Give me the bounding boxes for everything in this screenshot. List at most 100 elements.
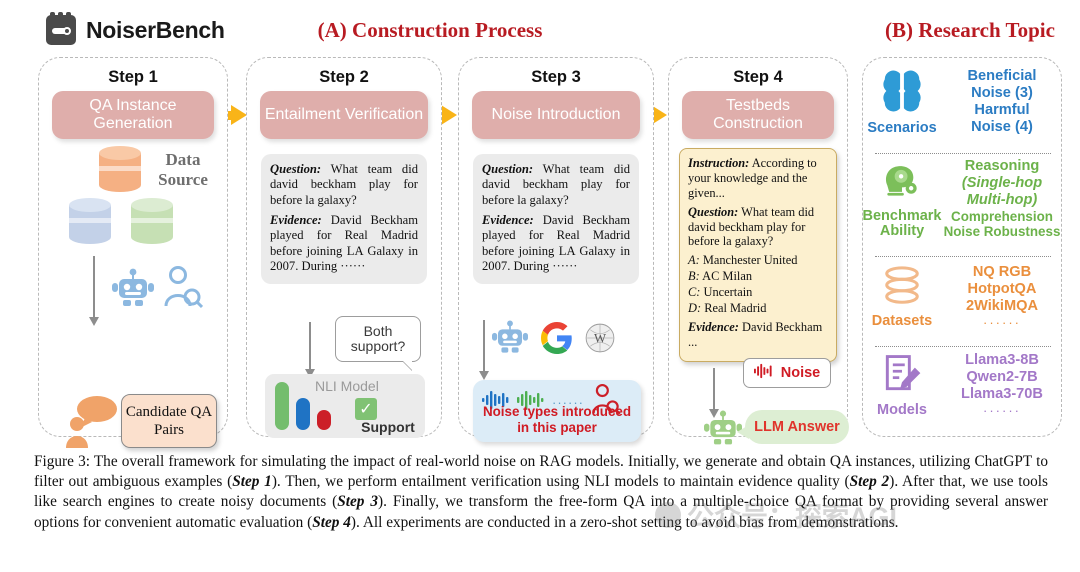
datasets-line-1: NQ RGB	[972, 264, 1032, 280]
step-panel-2: Step 2 Entailment Verification Question:…	[246, 57, 442, 438]
step-4-title: Testbeds Construction	[682, 91, 834, 139]
figure-caption: Figure 3: The overall framework for simu…	[34, 452, 1048, 533]
step-panel-3: Step 3 Noise Introduction Question: What…	[458, 57, 654, 442]
caption-step-2: Step 2	[849, 473, 890, 491]
nli-bar-red	[317, 410, 331, 430]
benchmark-line-4: Comprehension	[951, 208, 1053, 224]
option-d-key: D:	[688, 300, 702, 315]
question-label: Question:	[270, 162, 322, 176]
research-row-benchmark-ability: Benchmark Ability Reasoning (Single-hop …	[863, 158, 1063, 240]
step-2-label: Step 2	[319, 68, 369, 86]
check-icon: ✓	[355, 398, 377, 420]
scenarios-line-1: Beneficial	[967, 68, 1037, 85]
caption-step-1: Step 1	[232, 473, 272, 491]
candidate-qa-pairs-box: Candidate QA Pairs	[121, 394, 217, 448]
down-arrow-step3	[479, 320, 489, 380]
models-line-1: Llama3-8B	[965, 352, 1039, 369]
down-arrow-step2	[305, 322, 315, 378]
section-b-title: (B) Research Topic	[885, 18, 1055, 42]
database-green-icon	[131, 198, 173, 244]
down-arrow-step1	[89, 256, 99, 326]
qa-card-step3: Question: What team did david beckham pl…	[473, 154, 639, 284]
datasets-line-2: HotpotQA	[967, 280, 1037, 297]
noise-bubble: Noise	[743, 358, 831, 388]
option-a-key: A:	[688, 253, 700, 268]
option-d-value: Real Madrid	[704, 300, 767, 315]
question-label: Question:	[482, 162, 534, 176]
scenarios-line-2: Noise (3)	[971, 85, 1033, 102]
header-row: NoiserBench (A) Construction Process (B)…	[0, 12, 1080, 52]
nli-verdict-label: Support	[361, 419, 415, 435]
scenarios-line-3: Harmful	[974, 102, 1030, 119]
research-row-models: Models Llama3-8B Qwen2-7B Llama3-70B ···…	[863, 352, 1063, 418]
benchmark-line-1: Reasoning	[964, 158, 1040, 174]
option-b-key: B:	[688, 269, 700, 284]
datasets-ellipsis: ······	[983, 314, 1021, 330]
step-2-title: Entailment Verification	[260, 91, 428, 139]
option-b-value: AC Milan	[702, 269, 753, 284]
research-label-datasets: Datasets	[871, 312, 933, 329]
document-pencil-icon	[880, 352, 924, 401]
step-3-label: Step 3	[531, 68, 581, 86]
robot-icon	[491, 320, 529, 361]
question-label: Question:	[688, 204, 739, 219]
evidence-label: Evidence:	[688, 319, 739, 334]
instruction-label: Instruction:	[688, 156, 750, 170]
option-c-key: C:	[688, 285, 701, 299]
step-panel-1: Step 1 QA Instance Generation Data Sourc…	[38, 57, 228, 448]
models-line-2: Qwen2-7B	[966, 369, 1038, 386]
google-icon	[541, 322, 573, 359]
robot-icon	[111, 268, 155, 315]
caption-step-3: Step 3	[337, 493, 378, 511]
models-ellipsis: ······	[983, 402, 1021, 418]
speaker-person-icon	[65, 396, 119, 453]
caption-step-4: Step 4	[312, 513, 351, 531]
qa-card-step2: Question: What team did david beckham pl…	[261, 154, 427, 284]
benchmark-line-5: Noise Robustness	[943, 224, 1061, 240]
brain-gear-icon	[880, 158, 924, 207]
nli-bar-green	[275, 382, 289, 430]
step-4-label: Step 4	[733, 68, 783, 86]
evidence-label: Evidence:	[270, 213, 322, 228]
research-row-datasets: Datasets NQ RGB HotpotQA 2WikiMQA ······	[863, 264, 1063, 330]
both-support-bubble: Both support?	[335, 316, 421, 362]
models-line-3: Llama3-70B	[961, 386, 1043, 403]
step-1-label: Step 1	[108, 68, 158, 86]
database-orange-icon	[99, 146, 141, 192]
tools-row: W	[491, 320, 615, 361]
divider-3	[875, 346, 1051, 347]
nli-bar-blue	[296, 398, 310, 430]
research-label-benchmark-ability: Benchmark Ability	[862, 208, 942, 240]
research-label-scenarios: Scenarios	[867, 120, 937, 136]
person-search-icon	[163, 266, 204, 315]
noise-types-panel: ······ Noise types introduced in this pa…	[473, 380, 641, 442]
scenarios-line-4: Noise (4)	[971, 119, 1033, 136]
research-topic-panel: Scenarios Beneficial Noise (3) Harmful N…	[862, 57, 1062, 437]
benchmark-line-2: (Single-hop	[961, 174, 1043, 191]
nli-model-panel: NLI Model ✓ Support	[265, 374, 425, 438]
step-panel-4: Step 4 Testbeds Construction Instruction…	[668, 57, 849, 445]
divider-1	[875, 153, 1051, 154]
research-row-scenarios: Scenarios Beneficial Noise (3) Harmful N…	[863, 68, 1063, 136]
llm-answer-bubble: LLM Answer	[737, 410, 849, 444]
caption-part-2: ). Then, we perform entailment verificat…	[271, 473, 850, 491]
benchmark-line-3: Multi-hop)	[966, 191, 1038, 208]
option-c-value: Uncertain	[703, 285, 753, 299]
instruction-card: Instruction: According to your knowledge…	[679, 148, 837, 362]
section-a-title: (A) Construction Process	[317, 18, 543, 42]
four-petal-icon	[879, 68, 925, 119]
waveform-red-icon	[753, 363, 776, 383]
step-3-title: Noise Introduction	[472, 91, 640, 139]
wikipedia-icon: W	[585, 323, 615, 358]
database-blue-icon	[69, 198, 111, 244]
noise-types-text: Noise types introduced in this paper	[482, 404, 632, 435]
data-source-label: Data Source	[158, 150, 208, 189]
database-stack-icon	[879, 265, 925, 312]
option-a-value: Manchester United	[702, 253, 798, 268]
research-label-models: Models	[877, 402, 927, 418]
evidence-label: Evidence:	[482, 213, 534, 228]
caption-part-5: ). All experiments are conducted in a ze…	[350, 513, 899, 531]
divider-2	[875, 256, 1051, 257]
svg-text:W: W	[594, 332, 607, 346]
nli-model-label: NLI Model	[315, 378, 379, 394]
